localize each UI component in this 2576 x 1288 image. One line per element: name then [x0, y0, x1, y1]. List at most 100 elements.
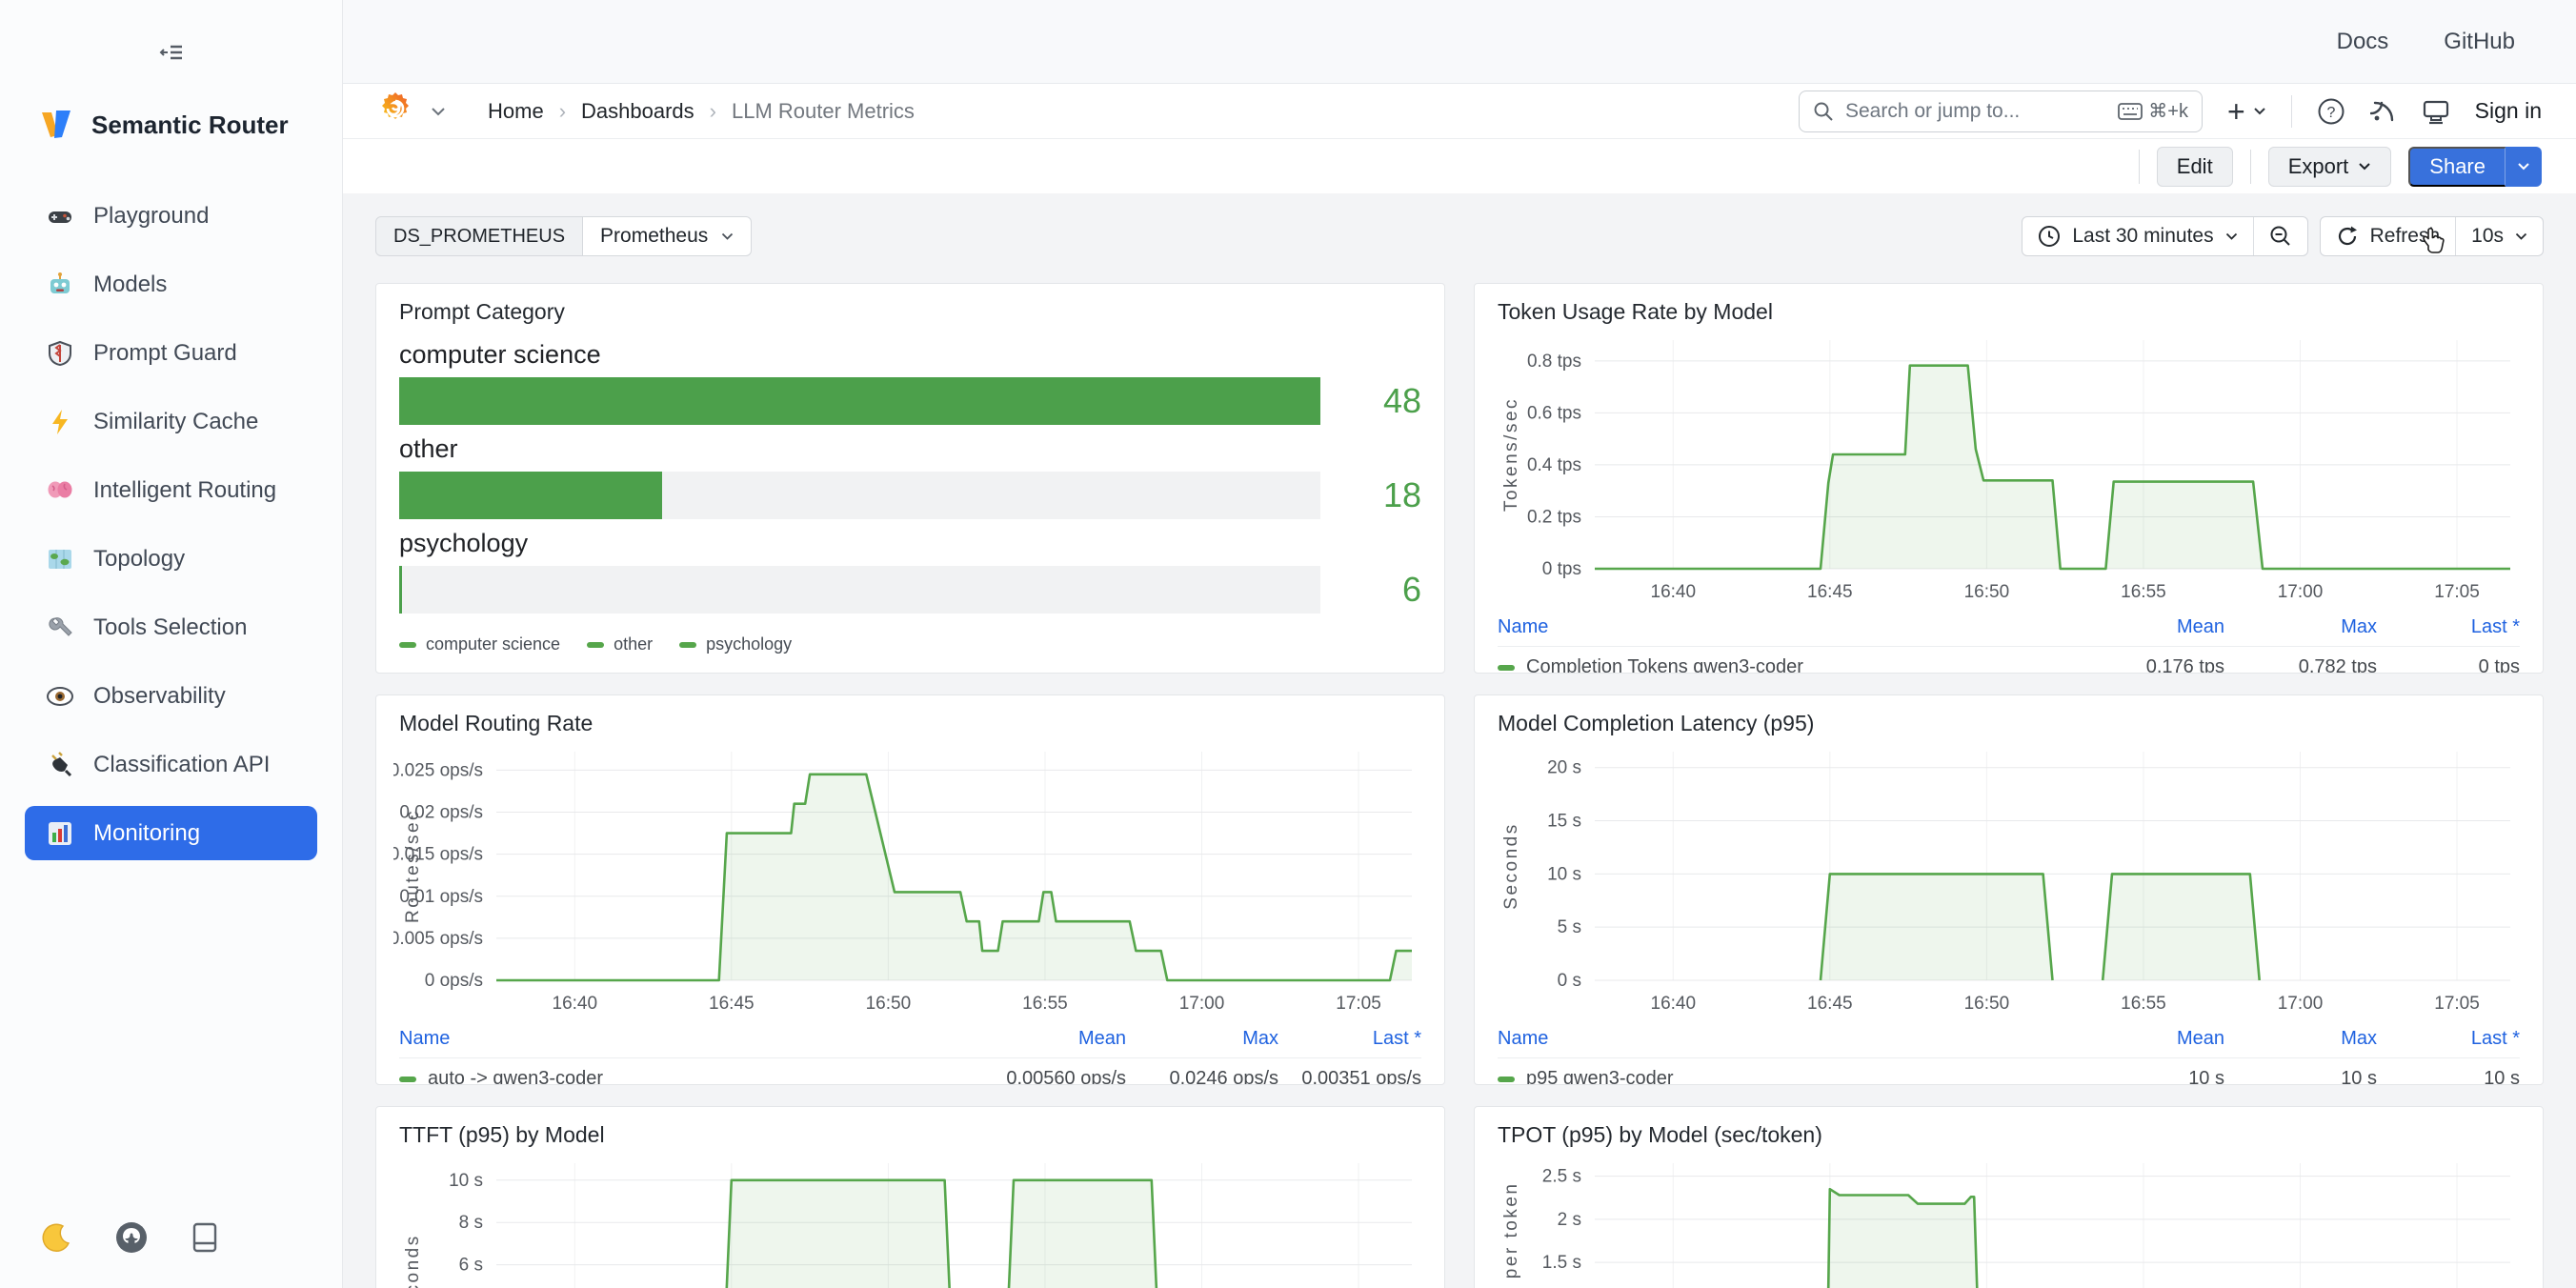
- svg-text:17:00: 17:00: [2278, 994, 2324, 1014]
- sidebar-item-prompt-guard[interactable]: Prompt Guard: [25, 326, 317, 380]
- github-icon[interactable]: [114, 1220, 149, 1259]
- legend-col-last[interactable]: Last *: [1278, 1028, 1421, 1050]
- collapse-sidebar-button[interactable]: [0, 0, 342, 67]
- legend: computer science other psychology: [399, 634, 1421, 654]
- org-chevron-down-icon[interactable]: [431, 107, 446, 116]
- legend-row[interactable]: Completion Tokens qwen3-coder 0.176 tps …: [1498, 646, 2520, 674]
- legend-col-name[interactable]: Name: [1498, 616, 2043, 638]
- svg-text:17:00: 17:00: [1179, 994, 1225, 1014]
- series-swatch: [1498, 665, 1515, 671]
- export-button[interactable]: Export: [2268, 147, 2392, 187]
- legend-row[interactable]: auto -> qwen3-coder 0.00560 ops/s 0.0246…: [399, 1057, 1421, 1085]
- sidebar-item-models[interactable]: Models: [25, 257, 317, 312]
- github-link[interactable]: GitHub: [2444, 29, 2515, 55]
- breadcrumb-home[interactable]: Home: [488, 99, 544, 124]
- time-series-chart[interactable]: 16:4016:4516:5016:5517:0017:050 s2 s4 s6…: [393, 1152, 1427, 1288]
- keyboard-icon: [2118, 103, 2143, 120]
- sidebar-item-label: Topology: [93, 546, 185, 573]
- time-series-chart[interactable]: 16:4016:4516:5016:5517:0017:050 ops/s0.0…: [393, 740, 1427, 1022]
- divider: [2250, 150, 2251, 184]
- zoom-out-button[interactable]: [2254, 217, 2307, 255]
- book-icon[interactable]: [191, 1221, 219, 1258]
- share-button[interactable]: Share: [2408, 147, 2506, 187]
- bar-track: [399, 566, 1320, 614]
- help-icon[interactable]: ?: [2317, 97, 2345, 126]
- legend-col-last[interactable]: Last *: [2377, 616, 2520, 638]
- refresh-interval-select[interactable]: 10s: [2456, 217, 2543, 255]
- search-icon: [1813, 101, 1834, 122]
- time-series-chart[interactable]: 16:4016:4516:5016:5517:0017:050 s5 s10 s…: [1492, 740, 2526, 1022]
- breadcrumb: Home › Dashboards › LLM Router Metrics: [488, 99, 915, 124]
- search-input[interactable]: [1845, 100, 2106, 123]
- svg-text:10 s: 10 s: [1547, 864, 1581, 884]
- time-controls: Last 30 minutes Refresh: [2022, 216, 2544, 256]
- bar-fill: [399, 472, 662, 519]
- svg-text:17:05: 17:05: [2434, 994, 2480, 1014]
- sidebar-item-monitoring[interactable]: Monitoring: [25, 806, 317, 860]
- sidebar-item-intelligent-routing[interactable]: Intelligent Routing: [25, 463, 317, 517]
- grafana-logo-icon[interactable]: [377, 91, 413, 131]
- sidebar-item-similarity-cache[interactable]: Similarity Cache: [25, 394, 317, 449]
- legend-col-name[interactable]: Name: [1498, 1028, 2043, 1050]
- sidebar-item-tools-selection[interactable]: Tools Selection: [25, 600, 317, 654]
- svg-text:16:40: 16:40: [1651, 994, 1697, 1014]
- legend-col-max[interactable]: Max: [2224, 616, 2377, 638]
- main-column: Docs GitHub Home › Dashboards › LLM Rout…: [343, 0, 2576, 1288]
- brand-label: Semantic Router: [91, 111, 289, 140]
- legend-col-mean[interactable]: Mean: [945, 1028, 1126, 1050]
- legend-col-mean[interactable]: Mean: [2043, 1028, 2224, 1050]
- series-swatch: [587, 642, 604, 648]
- docs-link[interactable]: Docs: [2337, 29, 2389, 55]
- legend-item[interactable]: other: [587, 634, 653, 654]
- search-box[interactable]: ⌘+k: [1799, 91, 2203, 132]
- sidebar-item-topology[interactable]: Topology: [25, 532, 317, 586]
- shield-icon: [46, 340, 74, 367]
- time-range-picker[interactable]: Last 30 minutes: [2023, 217, 2252, 255]
- bar-row: 18: [399, 472, 1421, 519]
- datasource-select[interactable]: Prometheus: [583, 216, 752, 256]
- legend-row[interactable]: p95 qwen3-coder 10 s 10 s 10 s: [1498, 1057, 2520, 1085]
- svg-text:2.5 s: 2.5 s: [1542, 1167, 1581, 1187]
- sidebar-item-classification-api[interactable]: Classification API: [25, 737, 317, 792]
- time-series-chart[interactable]: 16:4016:4516:5016:5517:0017:050 s0.5 s1 …: [1492, 1152, 2526, 1288]
- game-controller-icon: [46, 203, 74, 230]
- sign-in-button[interactable]: Sign in: [2475, 98, 2542, 124]
- brand[interactable]: Semantic Router: [0, 105, 342, 145]
- time-range-group: Last 30 minutes: [2022, 216, 2307, 256]
- time-series-chart[interactable]: 16:4016:4516:5016:5517:0017:050 tps0.2 t…: [1492, 329, 2526, 611]
- svg-text:10 s: 10 s: [449, 1171, 483, 1191]
- monitor-icon[interactable]: [2422, 98, 2450, 125]
- refresh-button[interactable]: Refresh: [2321, 217, 2456, 255]
- export-label: Export: [2288, 154, 2349, 179]
- news-rss-icon[interactable]: [2370, 98, 2397, 125]
- breadcrumb-separator: ›: [710, 99, 716, 124]
- svg-text:6 s: 6 s: [459, 1256, 483, 1276]
- legend-col-last[interactable]: Last *: [2377, 1028, 2520, 1050]
- series-swatch: [1498, 1077, 1515, 1082]
- series-swatch: [399, 642, 416, 648]
- grafana-navbar: Home › Dashboards › LLM Router Metrics ⌘…: [343, 84, 2576, 139]
- legend-col-name[interactable]: Name: [399, 1028, 945, 1050]
- breadcrumb-dashboards[interactable]: Dashboards: [581, 99, 694, 124]
- svg-text:0.005 ops/s: 0.005 ops/s: [393, 929, 483, 949]
- edit-button[interactable]: Edit: [2157, 147, 2233, 187]
- top-strip: Docs GitHub: [343, 0, 2576, 84]
- legend-item[interactable]: psychology: [679, 634, 792, 654]
- svg-text:16:45: 16:45: [1807, 582, 1853, 602]
- new-button[interactable]: +: [2227, 96, 2266, 127]
- legend-item[interactable]: computer science: [399, 634, 560, 654]
- sidebar-item-label: Observability: [93, 683, 226, 710]
- collapse-sidebar-icon: [157, 38, 186, 67]
- svg-text:16:40: 16:40: [1651, 582, 1697, 602]
- sidebar-item-label: Tools Selection: [93, 614, 247, 641]
- legend-col-mean[interactable]: Mean: [2043, 616, 2224, 638]
- panel-tpot: TPOT (p95) by Model (sec/token) 16:4016:…: [1474, 1106, 2544, 1288]
- panel-title: TTFT (p95) by Model: [399, 1122, 1427, 1148]
- sidebar-item-observability[interactable]: Observability: [25, 669, 317, 723]
- moon-icon[interactable]: [40, 1221, 72, 1258]
- legend-col-max[interactable]: Max: [2224, 1028, 2377, 1050]
- legend-col-max[interactable]: Max: [1126, 1028, 1278, 1050]
- share-menu-button[interactable]: [2506, 147, 2542, 187]
- sidebar-item-playground[interactable]: Playground: [25, 189, 317, 243]
- svg-text:16:55: 16:55: [2121, 582, 2166, 602]
